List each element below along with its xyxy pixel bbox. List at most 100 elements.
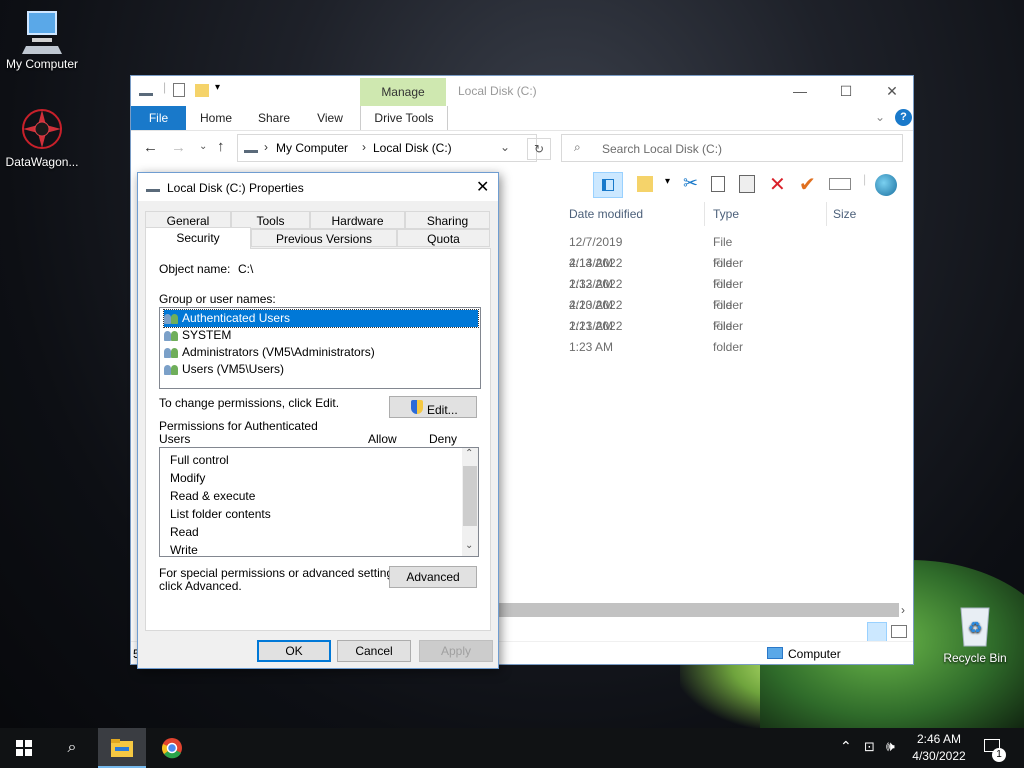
list-item: Read (170, 525, 199, 539)
permissions-scrollbar[interactable]: ⌃ ⌄ (462, 448, 478, 556)
tab-previous-versions[interactable]: Previous Versions (251, 229, 397, 247)
scroll-right-icon[interactable]: › (901, 603, 905, 617)
shield-icon (411, 400, 423, 414)
large-icons-view-icon[interactable] (891, 625, 907, 638)
chrome-icon (162, 737, 182, 759)
list-item: Modify (170, 471, 206, 485)
search-icon: ⌕ (574, 140, 581, 154)
maximize-icon: ☐ (839, 83, 853, 99)
list-item[interactable]: Administrators (VM5\Administrators) (164, 344, 478, 361)
tab-drive-tools[interactable]: Drive Tools (360, 106, 448, 130)
users-icon (164, 312, 180, 326)
new-folder-quick-icon[interactable] (195, 84, 209, 97)
delete-icon[interactable]: ✕ (769, 172, 786, 197)
up-arrow-icon[interactable]: ↑ (217, 138, 225, 155)
recent-dropdown-icon[interactable]: ⌄ (199, 141, 207, 152)
chrome-taskbar-button[interactable] (148, 728, 196, 768)
cancel-button[interactable]: Cancel (337, 640, 411, 662)
search-icon: ⌕ (67, 739, 77, 756)
volume-icon[interactable]: 🕪 (886, 738, 895, 755)
back-arrow-icon[interactable]: ← (143, 139, 158, 156)
tab-share[interactable]: Share (251, 106, 297, 130)
tab-sharing[interactable]: Sharing (405, 211, 490, 229)
clock-date[interactable]: 4/30/2022 (910, 749, 968, 763)
desktop-recycle-bin[interactable]: ♻ Recycle Bin (933, 602, 1017, 665)
file-explorer-taskbar-button[interactable] (98, 728, 146, 768)
tab-home[interactable]: Home (193, 106, 239, 130)
forward-arrow-icon[interactable]: → (171, 139, 186, 156)
maximize-button[interactable]: ☐ (823, 78, 869, 104)
dialog-title-bar[interactable]: Local Disk (C:) Properties ✕ (138, 173, 498, 201)
tab-view[interactable]: View (307, 106, 353, 130)
desktop-datawagon[interactable]: DataWagon... (0, 106, 84, 169)
close-window-button[interactable]: ✕ (869, 78, 915, 104)
properties-dialog[interactable]: Local Disk (C:) Properties ✕ General Too… (137, 172, 499, 669)
ribbon-tabs: File Home Share View Drive Tools ⌄ ? (131, 106, 913, 131)
network-icon[interactable]: ⊡ (864, 739, 875, 755)
permissions-list[interactable]: Full control Modify Read & execute List … (159, 447, 479, 557)
preview-pane-icon[interactable] (593, 172, 623, 198)
copy-icon[interactable] (711, 176, 725, 192)
manage-tab[interactable]: Manage (360, 78, 446, 106)
details-view-icon[interactable] (867, 622, 887, 642)
cut-icon[interactable]: ✂ (683, 173, 698, 194)
column-type[interactable]: Type (707, 202, 827, 226)
explorer-title-bar[interactable]: | ▾ Manage Local Disk (C:) — ☐ ✕ (131, 76, 913, 106)
advanced-button[interactable]: Advanced (389, 566, 477, 588)
network-globe-icon[interactable] (875, 174, 897, 196)
list-item: Full control (170, 453, 229, 467)
object-name-label: Object name: (159, 262, 231, 276)
horizontal-scrollbar[interactable] (499, 603, 899, 617)
ok-button[interactable]: OK (257, 640, 331, 662)
tab-file[interactable]: File (131, 106, 186, 130)
clock-time[interactable]: 2:46 AM (913, 732, 965, 746)
users-icon (164, 346, 180, 360)
computer-icon (767, 647, 783, 659)
refresh-icon[interactable]: ↻ (527, 138, 551, 160)
column-date-modified[interactable]: Date modified (563, 202, 705, 226)
edit-button[interactable]: Edit... (389, 396, 477, 418)
check-icon[interactable]: ✔ (799, 172, 816, 197)
show-hidden-icons-icon[interactable]: ⌃ (840, 738, 852, 755)
rename-icon[interactable] (829, 178, 851, 190)
navigation-bar: ← → ⌄ ↑ › My Computer › Local Disk (C:) … (131, 134, 913, 166)
tab-security[interactable]: Security (145, 227, 251, 249)
properties-quick-icon[interactable] (173, 83, 185, 97)
tab-hardware[interactable]: Hardware (310, 211, 405, 229)
permissions-for-user: Users (159, 432, 191, 446)
desktop-icon-label: My Computer (5, 57, 79, 71)
security-panel: Object name: C:\ Group or user names: Au… (145, 248, 491, 631)
minimize-button[interactable]: — (777, 78, 823, 104)
windows-logo-icon (16, 739, 32, 756)
list-item[interactable]: Authenticated Users (163, 309, 479, 328)
search-taskbar-button[interactable]: ⌕ (48, 728, 96, 768)
recycle-bin-icon: ♻ (960, 607, 990, 647)
desktop-icon-label: Recycle Bin (943, 651, 1007, 665)
status-location: Computer (788, 647, 841, 661)
list-item[interactable]: SYSTEM (164, 327, 478, 344)
breadcrumb-root[interactable]: My Computer (276, 141, 348, 155)
user-list[interactable]: Authenticated Users SYSTEM Administrator… (159, 307, 481, 389)
tab-quota[interactable]: Quota (397, 229, 490, 247)
desktop-my-computer[interactable]: My Computer (0, 8, 84, 71)
dialog-close-icon[interactable]: ✕ (476, 177, 489, 197)
apply-button[interactable]: Apply (419, 640, 493, 662)
scroll-up-icon[interactable]: ⌃ (465, 448, 473, 459)
address-dropdown-icon[interactable]: ⌄ (500, 140, 510, 154)
folder-dropdown-icon[interactable]: ▾ (665, 176, 670, 187)
folder-options-icon[interactable] (637, 176, 653, 192)
quick-access-dropdown-icon[interactable]: ▾ (215, 82, 220, 93)
search-box[interactable]: ⌕ Search Local Disk (C:) (561, 134, 903, 162)
list-item[interactable]: Users (VM5\Users) (164, 361, 478, 378)
scroll-thumb[interactable] (463, 466, 477, 526)
breadcrumb-current[interactable]: Local Disk (C:) (373, 141, 452, 155)
paste-icon[interactable] (739, 175, 755, 193)
address-bar[interactable]: › My Computer › Local Disk (C:) ⌄ (237, 134, 537, 162)
column-size[interactable]: Size (827, 202, 907, 226)
search-input[interactable]: Search Local Disk (C:) (602, 142, 722, 156)
start-button[interactable] (0, 728, 48, 768)
scroll-down-icon[interactable]: ⌄ (465, 540, 473, 551)
help-icon[interactable]: ? (895, 109, 912, 126)
ribbon-expand-icon[interactable]: ⌄ (875, 110, 885, 124)
notification-count-badge: 1 (992, 748, 1006, 762)
